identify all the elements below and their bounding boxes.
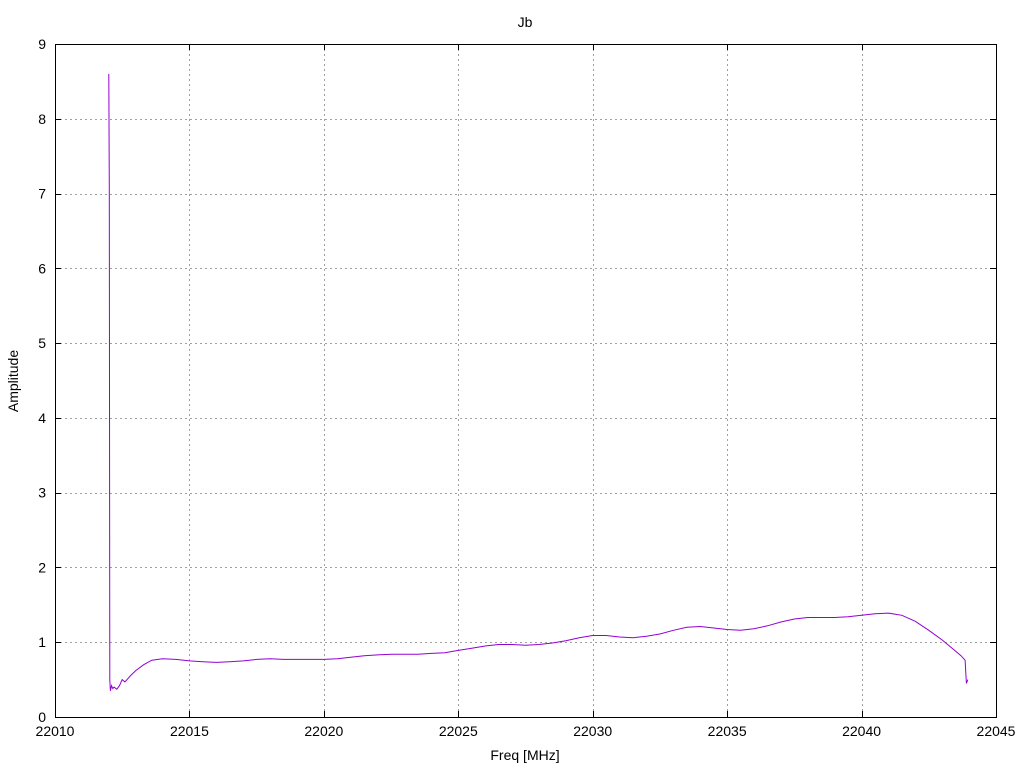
x-axis-title: Freq [MHz]: [490, 747, 559, 763]
y-tick-label: 5: [38, 335, 46, 351]
x-tick-label: 22010: [36, 723, 75, 739]
y-tick-label: 0: [38, 709, 46, 725]
x-tick-label: 22040: [842, 723, 881, 739]
y-tick-label: 1: [38, 634, 46, 650]
plot-frame: [55, 44, 997, 718]
x-tick-label: 22025: [439, 723, 478, 739]
plot-series: [108, 73, 969, 691]
chart-title: Jb: [518, 14, 533, 30]
x-tick-label: 22030: [573, 723, 612, 739]
x-tick-label: 22015: [170, 723, 209, 739]
y-axis-title: Amplitude: [5, 350, 21, 412]
chart: Jb 22010 22015 22020 22025 22030 22035 22040 22…: [5, 14, 1016, 763]
y-tick-labels: 0 1 2 3 4 5 6 7 8 9: [38, 36, 46, 725]
series-line: [108, 73, 969, 691]
x-tick-label: 22045: [977, 723, 1016, 739]
y-tick-label: 3: [38, 485, 46, 501]
y-tick-label: 8: [38, 111, 46, 127]
x-tick-label: 22020: [304, 723, 343, 739]
y-tick-label: 7: [38, 186, 46, 202]
y-tick-label: 4: [38, 410, 46, 426]
y-tick-label: 2: [38, 559, 46, 575]
y-tick-label: 9: [38, 36, 46, 52]
x-tick-labels: 22010 22015 22020 22025 22030 22035 22040 22045: [36, 723, 1016, 739]
x-tick-label: 22035: [708, 723, 747, 739]
y-tick-label: 6: [38, 260, 46, 276]
